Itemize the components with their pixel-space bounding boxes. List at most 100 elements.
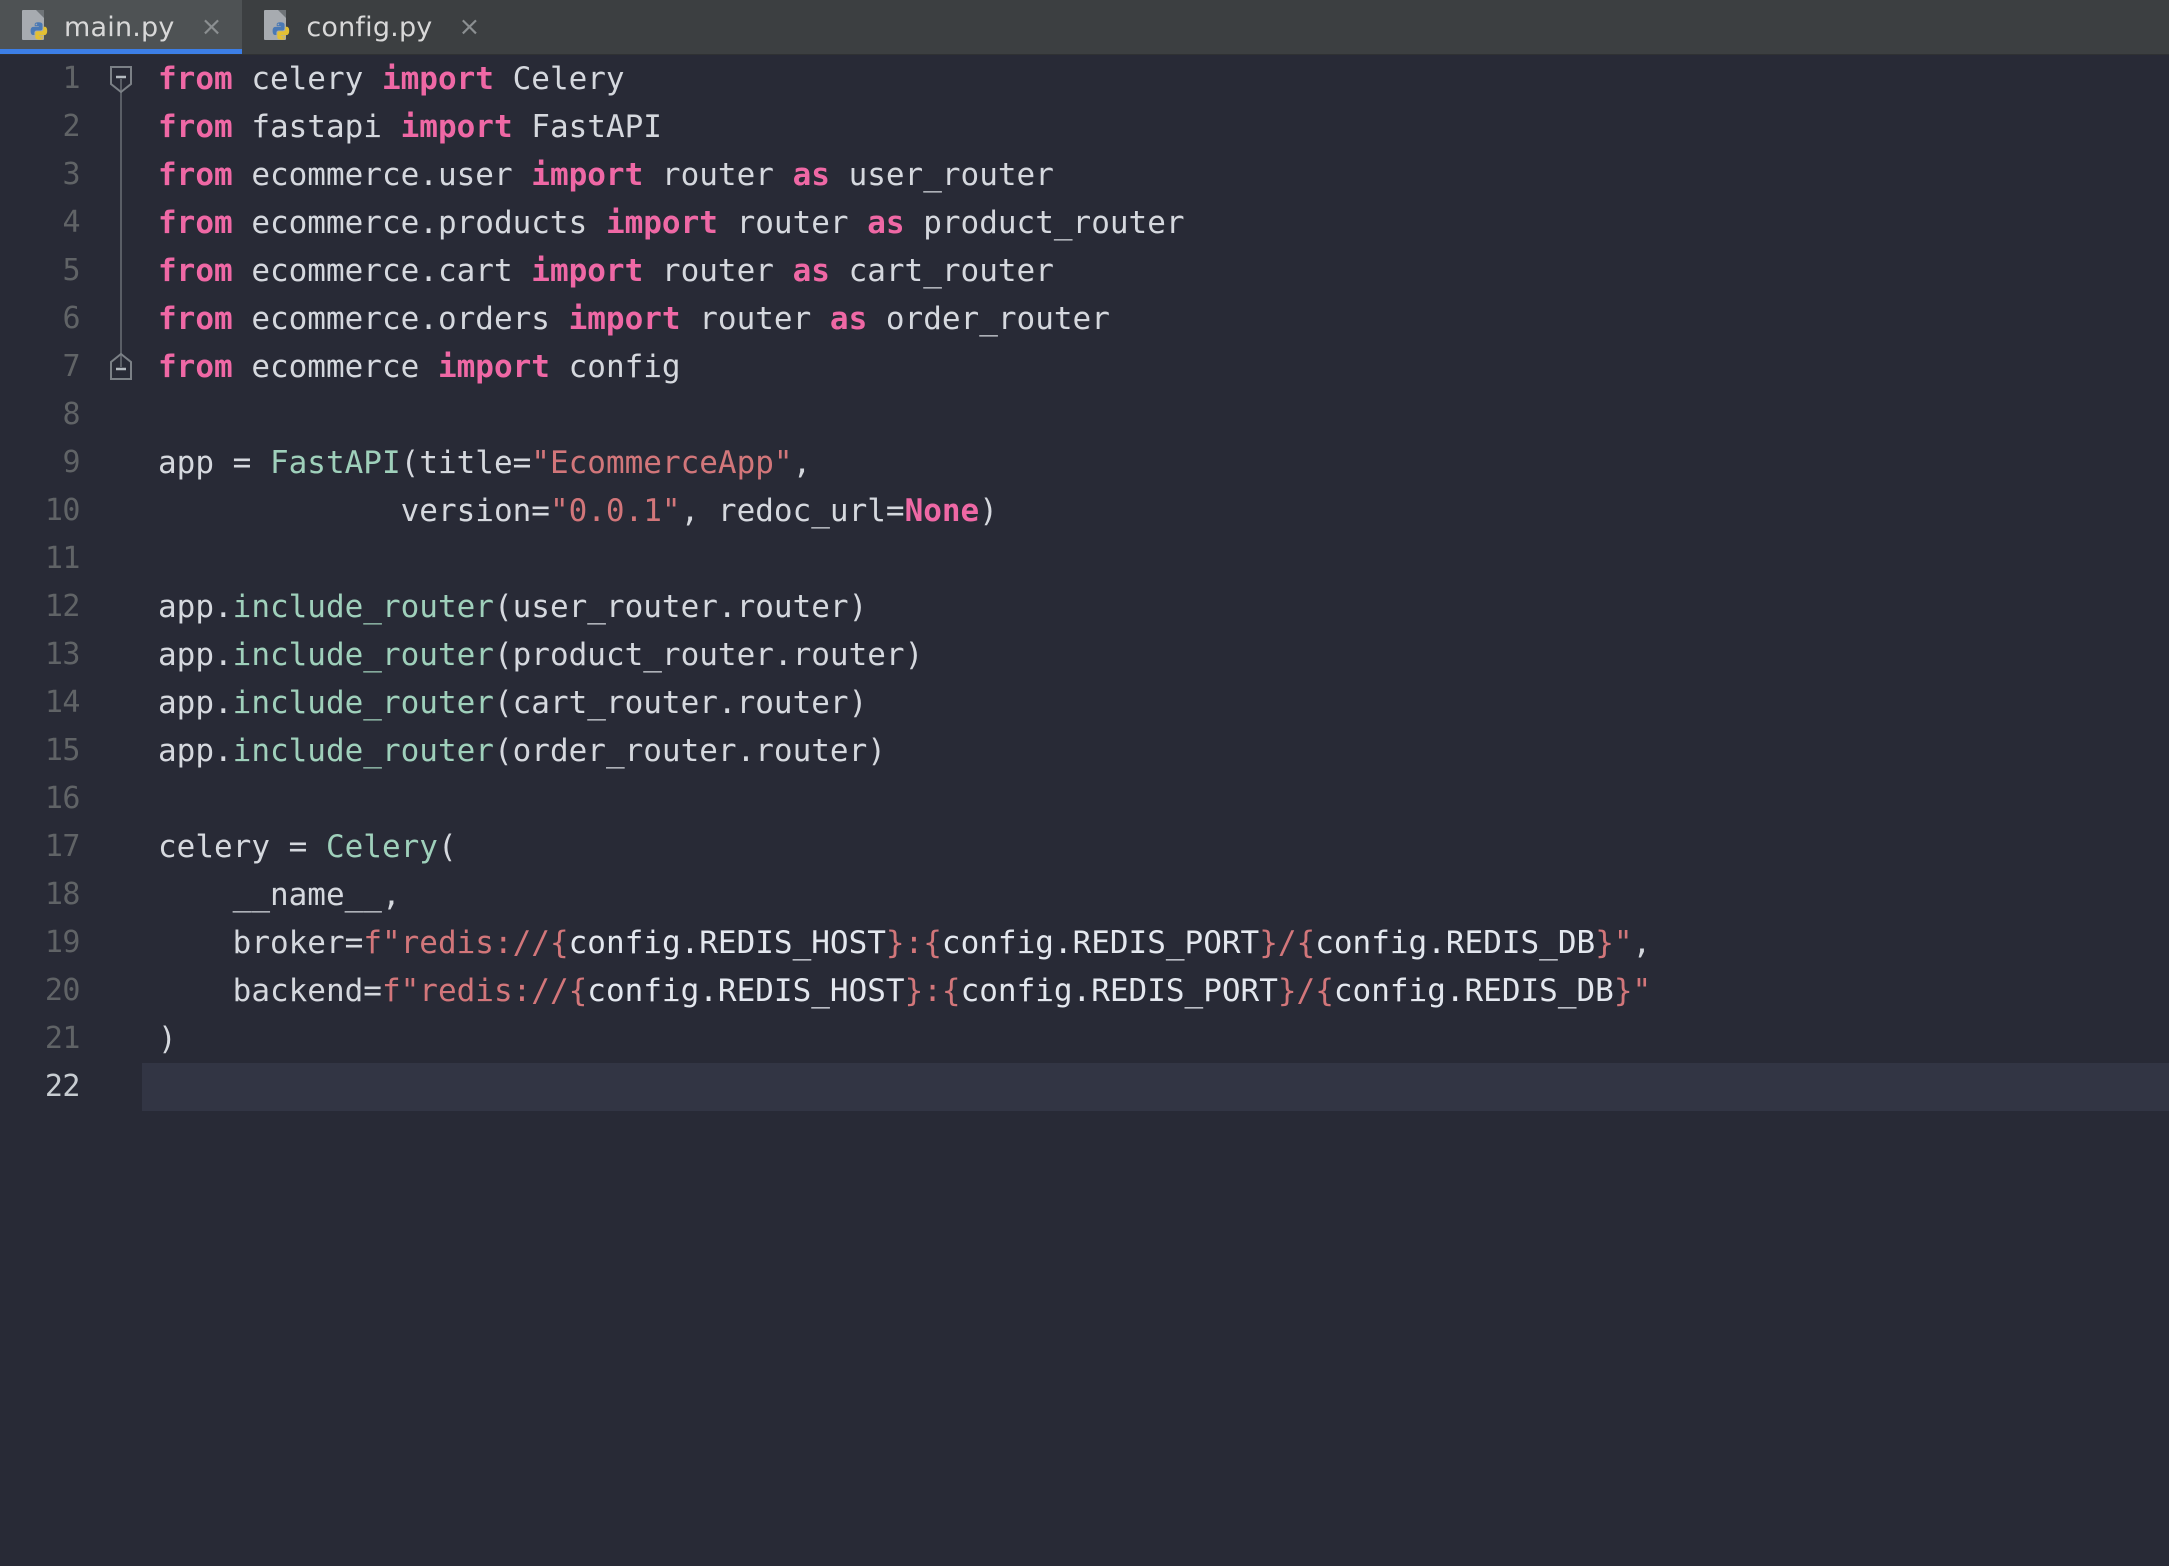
token-kw: as [792,157,830,193]
token-ident: app. [158,685,233,721]
code-line[interactable]: backend=f"redis://{config.REDIS_HOST}:{c… [158,967,2169,1015]
code-folding-gutter[interactable] [100,55,142,1566]
line-number[interactable]: 7 [0,343,100,391]
code-line[interactable]: from fastapi import FastAPI [158,103,2169,151]
token-punct: ) [848,589,868,625]
editor-tab-config-py[interactable]: config.py × [242,0,500,54]
token-ident: app. [158,637,233,673]
line-number[interactable]: 9 [0,439,100,487]
editor-tab-main-py[interactable]: main.py × [0,0,243,54]
editor-area[interactable]: 1 2 3 4 5 6 7 8 9 10 11 12 13 14 15 16 17 18 19 20 21 22 from… [0,55,2169,1566]
token-cls: Celery [325,829,438,865]
token-kw: import [568,301,681,337]
line-number[interactable]: 6 [0,295,100,343]
line-number[interactable]: 19 [0,919,100,967]
close-icon[interactable]: × [197,12,227,42]
token-ident: order_router.router [512,733,868,769]
line-number[interactable]: 15 [0,727,100,775]
tab-label: config.py [306,11,433,43]
token-punct: ) [904,637,924,673]
token-ident: ecommerce.user [232,157,532,193]
token-ident: redoc_url= [717,493,905,529]
token-str: f"redis:// [363,925,550,961]
token-str: } [885,925,905,961]
code-line[interactable]: app.include_router(product_router.router… [158,631,2169,679]
token-kw: from [158,157,233,193]
code-line[interactable] [158,775,2169,823]
code-line[interactable]: app.include_router(order_router.router) [158,727,2169,775]
token-ident: app. [158,589,233,625]
token-ident: celery = [158,829,326,865]
token-ident: title= [419,445,532,481]
fold-toggle-icon[interactable] [108,64,134,94]
token-str: { [941,973,961,1009]
token-punct: ( [437,829,457,865]
line-number[interactable]: 4 [0,199,100,247]
line-number[interactable]: 17 [0,823,100,871]
line-number[interactable]: 5 [0,247,100,295]
token-str: } [904,973,924,1009]
line-number[interactable]: 13 [0,631,100,679]
code-line[interactable]: from ecommerce.cart import router as car… [158,247,2169,295]
code-line[interactable] [158,391,2169,439]
line-number[interactable]: 14 [0,679,100,727]
token-interp: config.REDIS_DB [1315,925,1596,961]
token-ident: user_router.router [512,589,849,625]
line-number[interactable]: 16 [0,775,100,823]
token-ident: router [717,205,868,241]
code-line[interactable] [158,535,2169,583]
code-line[interactable]: from ecommerce import config [158,343,2169,391]
code-content[interactable]: from celery import Celery from fastapi im… [142,55,2169,1566]
line-number[interactable]: 10 [0,487,100,535]
code-line[interactable]: app.include_router(user_router.router) [158,583,2169,631]
token-ident: ecommerce.orders [232,301,569,337]
token-kw: as [792,253,830,289]
line-number[interactable]: 21 [0,1015,100,1063]
token-punct: , [1632,925,1652,961]
token-ident: ecommerce.cart [232,253,532,289]
token-kw: from [158,109,233,145]
token-ident: cart_router.router [512,685,849,721]
token-str: } [1277,973,1297,1009]
token-ident: version= [158,493,550,529]
line-number[interactable]: 18 [0,871,100,919]
code-line[interactable]: app = FastAPI(title="EcommerceApp", [158,439,2169,487]
token-ident: broker= [158,925,364,961]
token-punct: ( [493,685,513,721]
token-str: } [1259,925,1278,961]
token-str: { [568,973,588,1009]
line-number[interactable]: 22 [0,1063,100,1111]
code-line[interactable]: __name__, [158,871,2169,919]
code-line[interactable]: from ecommerce.user import router as use… [158,151,2169,199]
token-str: " [1632,973,1652,1009]
close-icon[interactable]: × [454,12,484,42]
code-line[interactable]: from celery import Celery [158,55,2169,103]
code-line[interactable]: version="0.0.1", redoc_url=None) [158,487,2169,535]
line-number[interactable]: 2 [0,103,100,151]
line-number[interactable]: 3 [0,151,100,199]
token-punct: ) [158,1021,177,1057]
code-line[interactable]: ) [158,1015,2169,1063]
code-line[interactable]: from ecommerce.products import router as… [158,199,2169,247]
code-line[interactable]: from ecommerce.orders import router as o… [158,295,2169,343]
fold-toggle-icon[interactable] [108,352,134,382]
token-str: { [923,925,942,961]
code-line[interactable] [158,1063,2169,1111]
line-number[interactable]: 8 [0,391,100,439]
token-punct: ) [979,493,998,529]
code-line[interactable]: broker=f"redis://{config.REDIS_HOST}:{co… [158,919,2169,967]
code-line[interactable]: celery = Celery( [158,823,2169,871]
line-number[interactable]: 1 [0,55,100,103]
token-str: " [1613,925,1633,961]
token-ident: product_router [904,205,1185,241]
token-str: "EcommerceApp" [531,445,793,481]
code-line[interactable]: app.include_router(cart_router.router) [158,679,2169,727]
token-punct: , [381,877,401,913]
line-number[interactable]: 12 [0,583,100,631]
editor-tab-bar: main.py × config.py × [0,0,2169,55]
line-number[interactable]: 20 [0,967,100,1015]
token-punct: ( [493,637,513,673]
token-str: { [1296,925,1316,961]
line-number[interactable]: 11 [0,535,100,583]
token-ident: app. [158,733,233,769]
